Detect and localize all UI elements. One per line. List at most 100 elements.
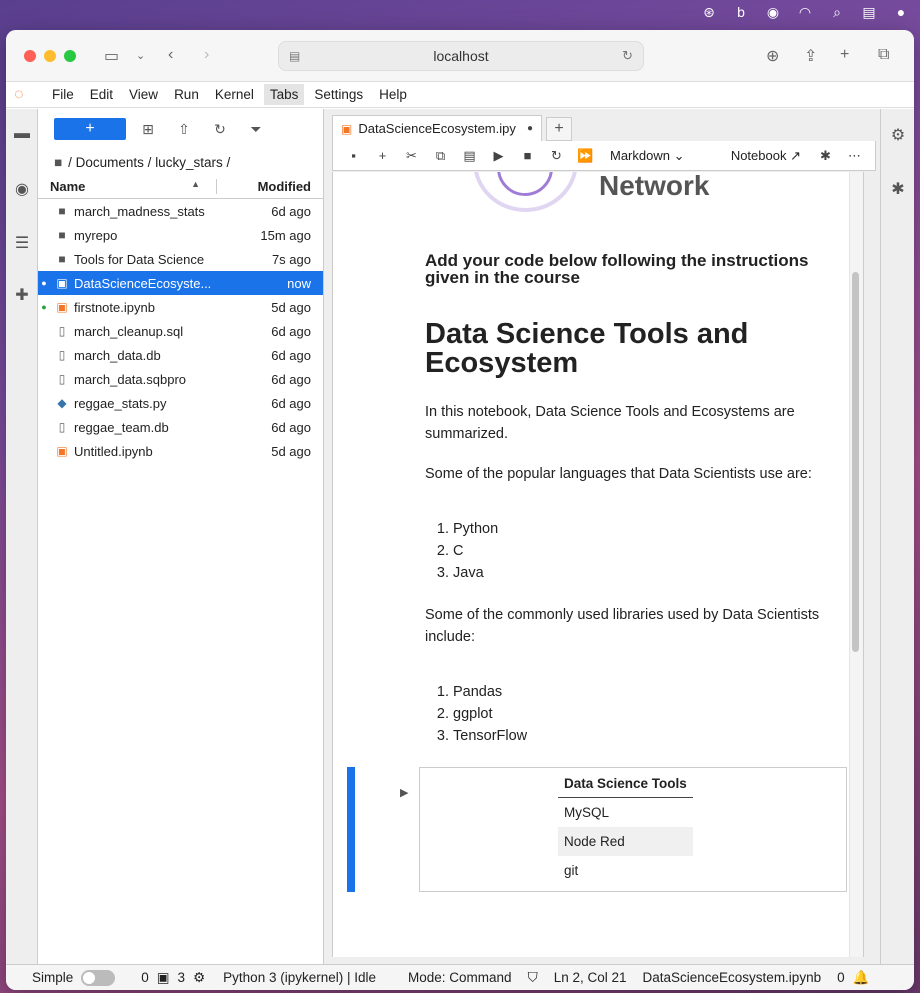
- menu-help[interactable]: Help: [373, 84, 413, 105]
- menu-tabs[interactable]: Tabs: [263, 84, 305, 105]
- folder-icon: ■: [58, 204, 66, 218]
- file-row[interactable]: ■ march_madness_stats 6d ago: [38, 199, 323, 223]
- back-icon[interactable]: ‹: [168, 46, 173, 64]
- wifi-icon[interactable]: ◠: [796, 4, 814, 21]
- page-icon: ▤: [289, 49, 301, 63]
- cursor-position[interactable]: Ln 2, Col 21: [554, 970, 627, 985]
- save-icon[interactable]: ▪: [339, 148, 368, 163]
- file-modified: 5d ago: [271, 443, 311, 459]
- extensions-icon[interactable]: ✚: [12, 285, 32, 305]
- share-icon[interactable]: ⇪: [804, 46, 817, 66]
- notebook-icon: ▣: [341, 121, 353, 136]
- new-tab-button[interactable]: +: [546, 117, 572, 141]
- new-folder-icon[interactable]: ⊞: [130, 121, 166, 138]
- run-icon[interactable]: ▶: [484, 148, 513, 164]
- bell-icon[interactable]: 🔔: [853, 970, 870, 986]
- simple-mode-toggle[interactable]: [81, 969, 116, 986]
- table-cell: Node Red: [558, 827, 693, 856]
- address-bar[interactable]: ▤ localhost ↻: [278, 41, 644, 71]
- notebook-title: Data Science Tools and Ecosystem: [425, 318, 749, 379]
- sidebar-toggle-icon[interactable]: ▭: [104, 46, 119, 66]
- forward-icon[interactable]: ›: [204, 46, 209, 64]
- property-inspector-icon[interactable]: ⚙: [888, 125, 908, 145]
- new-launcher-button[interactable]: +: [54, 118, 126, 140]
- menu-kernel[interactable]: Kernel: [209, 84, 260, 105]
- sort-ascending-icon: ▲: [191, 179, 200, 189]
- active-cell-indicator[interactable]: [347, 767, 355, 892]
- openai-icon[interactable]: ⊛: [700, 4, 718, 21]
- menu-file[interactable]: File: [46, 84, 80, 105]
- scrollbar-thumb[interactable]: [852, 272, 859, 652]
- file-row[interactable]: ▯ march_data.db 6d ago: [38, 343, 323, 367]
- zoom-window-button[interactable]: [64, 49, 76, 62]
- macos-menubar: ⊛ b ◉ ◠ ⌕ ▤ ●: [0, 0, 920, 24]
- file-row[interactable]: ▯ march_cleanup.sql 6d ago: [38, 319, 323, 343]
- restart-icon[interactable]: ↻: [542, 148, 571, 164]
- new-tab-icon[interactable]: +: [840, 46, 849, 64]
- file-row[interactable]: ● ▣ firstnote.ipynb 5d ago: [38, 295, 323, 319]
- control-center-icon[interactable]: ▤: [860, 4, 878, 21]
- notebook-switcher[interactable]: Notebook ↗: [731, 148, 801, 164]
- table-of-contents-icon[interactable]: ☰: [12, 233, 32, 253]
- paste-icon[interactable]: ▤: [455, 148, 484, 164]
- file-row[interactable]: ◆ reggae_stats.py 6d ago: [38, 391, 323, 415]
- folder-icon[interactable]: ■: [54, 155, 62, 170]
- file-name: march_data.db: [74, 347, 161, 363]
- notebook-body[interactable]: Network Add your code below following th…: [332, 172, 864, 957]
- user-icon[interactable]: ◉: [764, 4, 782, 21]
- copy-icon[interactable]: ⧉: [426, 148, 455, 164]
- collapse-caret-icon[interactable]: ▶: [400, 786, 408, 799]
- file-row[interactable]: ▣ Untitled.ipynb 5d ago: [38, 439, 323, 463]
- tab-notebook[interactable]: ▣ DataScienceEcosystem.ipy ●: [332, 115, 542, 141]
- breadcrumb-path[interactable]: / Documents / lucky_stars /: [68, 155, 230, 170]
- run-all-icon[interactable]: ⏩: [571, 148, 600, 164]
- filter-icon[interactable]: ⏷: [238, 121, 274, 138]
- file-row[interactable]: ■ Tools for Data Science 7s ago: [38, 247, 323, 271]
- minimize-window-button[interactable]: [44, 49, 56, 62]
- file-browser-icon[interactable]: ▬: [12, 125, 32, 145]
- menu-run[interactable]: Run: [168, 84, 205, 105]
- file-row[interactable]: ▯ march_data.sqbpro 6d ago: [38, 367, 323, 391]
- name-column-header[interactable]: Name ▲: [38, 179, 216, 194]
- markdown-table-cell[interactable]: Data Science Tools MySQL Node Red git: [419, 767, 847, 892]
- terminal-icon: ▣: [156, 969, 170, 985]
- menu-view[interactable]: View: [123, 84, 164, 105]
- file-modified: 6d ago: [271, 347, 311, 363]
- jupyter-logo-icon: ◌: [14, 85, 24, 103]
- cell-type-select[interactable]: Markdown ⌄: [610, 148, 710, 164]
- kernel-status[interactable]: Python 3 (ipykernel) | Idle: [223, 970, 376, 985]
- table-cell: MySQL: [564, 805, 610, 820]
- file-icon: ▯: [58, 420, 66, 434]
- notebook-icon: ▣: [56, 300, 68, 314]
- upload-icon[interactable]: ⇧: [166, 121, 202, 138]
- reload-icon[interactable]: ↻: [622, 48, 633, 64]
- file-row[interactable]: ▯ reggae_team.db 6d ago: [38, 415, 323, 439]
- stop-icon[interactable]: ■: [513, 148, 542, 163]
- terminal-count[interactable]: 0: [141, 970, 149, 985]
- tab-overview-icon[interactable]: ⧉: [878, 46, 889, 64]
- cut-icon[interactable]: ✂: [397, 148, 426, 164]
- siri-icon[interactable]: ●: [892, 4, 910, 20]
- file-row[interactable]: ■ myrepo 15m ago: [38, 223, 323, 247]
- bing-icon[interactable]: b: [732, 4, 750, 20]
- debugger-icon[interactable]: ✱: [888, 179, 908, 199]
- running-kernels-icon[interactable]: ◉: [12, 179, 32, 199]
- file-name: reggae_stats.py: [74, 395, 167, 411]
- chevron-down-icon[interactable]: ⌄: [136, 49, 145, 62]
- table-header: Data Science Tools: [558, 768, 693, 798]
- refresh-icon[interactable]: ↻: [202, 121, 238, 138]
- debugger-icon[interactable]: ✱: [811, 148, 840, 164]
- menu-settings[interactable]: Settings: [308, 84, 369, 105]
- file-row-selected[interactable]: ● ▣ DataScienceEcosyste... now: [38, 271, 323, 295]
- more-icon[interactable]: ⋯: [840, 148, 869, 164]
- kernel-count[interactable]: 3: [178, 970, 186, 985]
- insert-cell-icon[interactable]: +: [368, 148, 397, 163]
- search-icon[interactable]: ⌕: [828, 4, 846, 21]
- modified-column-header[interactable]: Modified: [216, 179, 323, 194]
- unsaved-dot-icon[interactable]: ●: [527, 123, 533, 134]
- downloads-icon[interactable]: ⊕: [766, 46, 779, 66]
- menu-edit[interactable]: Edit: [84, 84, 119, 105]
- notification-count[interactable]: 0: [837, 970, 845, 985]
- close-window-button[interactable]: [24, 49, 36, 62]
- trusted-shield-icon[interactable]: ⛉: [528, 970, 538, 986]
